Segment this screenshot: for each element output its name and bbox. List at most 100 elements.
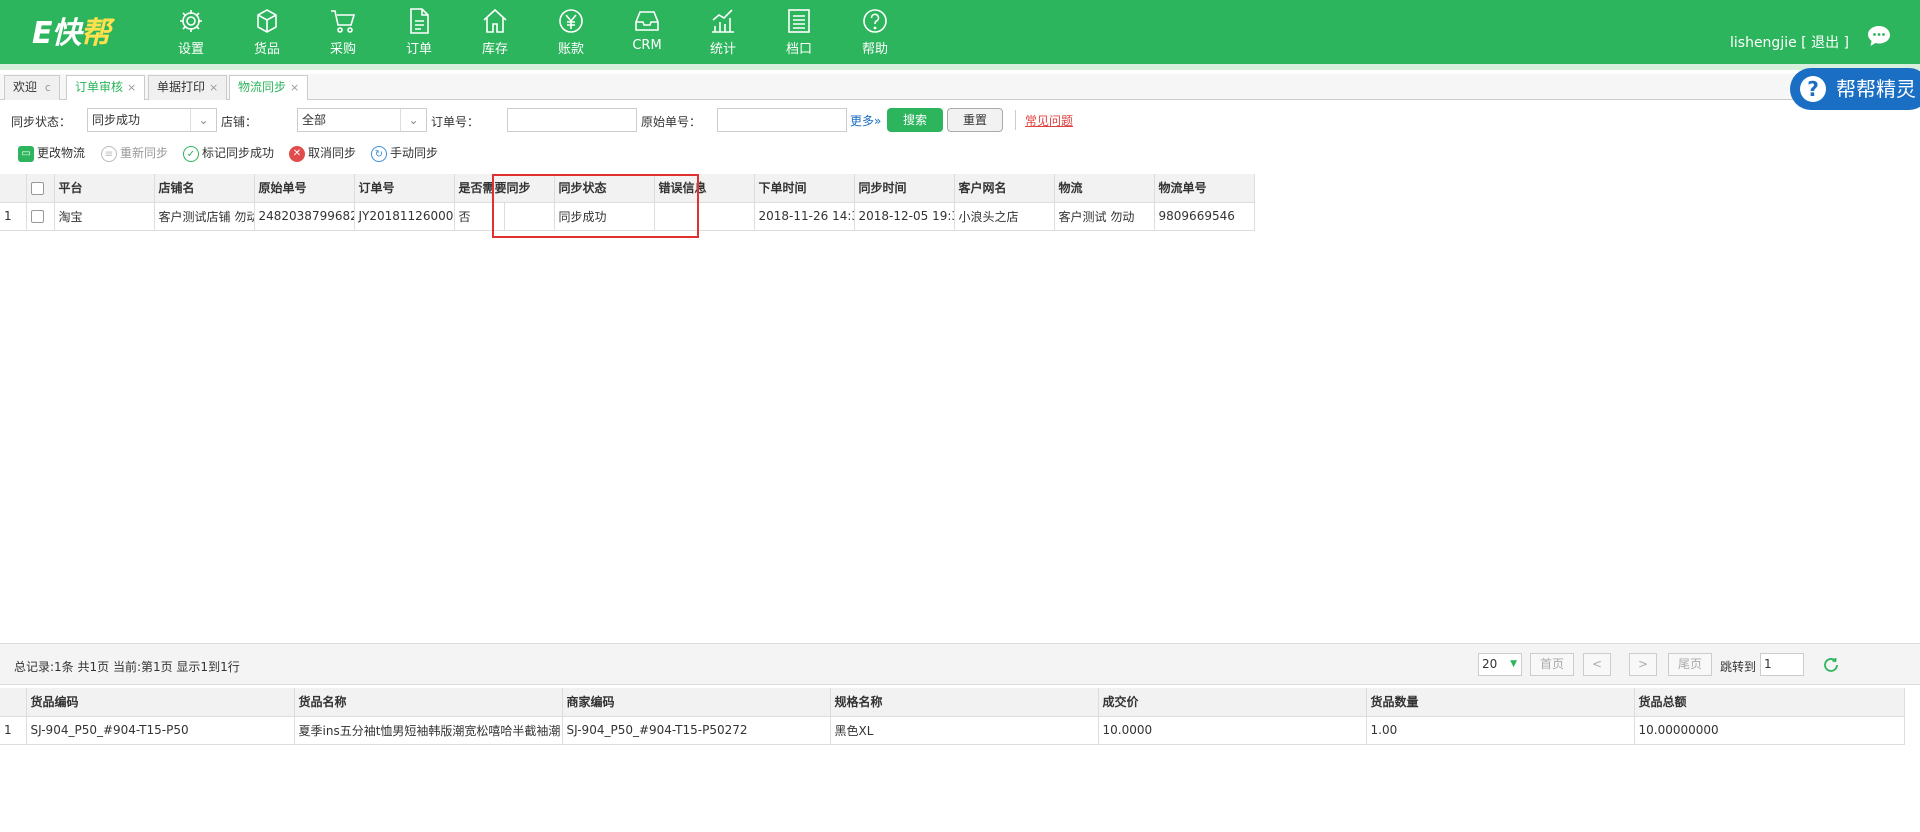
col-header[interactable]: 货品数量 [1366, 688, 1635, 717]
reset-button[interactable]: 重置 [947, 108, 1003, 132]
cell-customer: 小浪头之店 [954, 202, 1055, 231]
tab-print[interactable]: 单据打印 × [148, 75, 228, 100]
nav-label: 设置 [177, 42, 204, 57]
col-header[interactable]: 客户网名 [954, 174, 1055, 203]
nav-accounts[interactable]: 账款 [533, 4, 609, 60]
tab-welcome[interactable]: 欢迎 c [4, 75, 60, 100]
nav-help[interactable]: 帮助 [837, 4, 913, 60]
mark-sync-success-button[interactable]: ✓ 标记同步成功 [183, 144, 274, 162]
nav-label: 采购 [329, 42, 356, 57]
nav-settings[interactable]: 设置 [153, 4, 229, 60]
col-header[interactable]: 店铺名 [154, 174, 255, 203]
tab-order-review[interactable]: 订单审核 × [66, 75, 146, 100]
close-icon[interactable]: × [290, 81, 299, 94]
search-button[interactable]: 搜索 [887, 108, 943, 132]
nav-stall[interactable]: 档口 [761, 4, 837, 60]
refresh-icon[interactable]: c [45, 81, 51, 94]
cell-price: 10.0000 [1098, 716, 1367, 745]
nav-label: 档口 [785, 42, 812, 57]
cell-tracking-no: 9809669546 [1154, 202, 1255, 231]
col-header[interactable]: 物流单号 [1154, 174, 1255, 203]
helper-button[interactable]: ? 帮帮精灵 [1790, 68, 1920, 110]
more-filters-link[interactable]: 更多» [850, 112, 881, 129]
prev-page-button[interactable]: < [1583, 653, 1611, 676]
col-header[interactable]: 同步时间 [854, 174, 955, 203]
inbox-icon [635, 11, 659, 31]
col-header[interactable]: 货品总额 [1634, 688, 1905, 717]
cell-spec-name: 黑色XL [830, 716, 1099, 745]
nav-purchase[interactable]: 采购 [305, 4, 381, 60]
logout-link[interactable]: [ 退出 ] [1801, 35, 1849, 51]
tab-bar: 欢迎 c 订单审核 × 单据打印 × 物流同步 × [0, 74, 1920, 100]
col-header[interactable]: 物流 [1054, 174, 1155, 203]
col-header[interactable]: 成交价 [1098, 688, 1367, 717]
app-logo[interactable]: E快帮 [32, 8, 111, 52]
col-header[interactable]: 原始单号 [254, 174, 355, 203]
page-size-select[interactable]: 20 ▼ [1478, 653, 1522, 676]
cancel-sync-button[interactable]: ✕ 取消同步 [289, 144, 356, 162]
nav-label: 货品 [253, 42, 280, 57]
faq-link[interactable]: 常见问题 [1025, 112, 1073, 129]
close-icon[interactable]: × [209, 81, 218, 94]
chart-icon [712, 9, 734, 33]
nav-crm[interactable]: CRM [609, 4, 685, 60]
chat-icon[interactable] [1866, 24, 1892, 48]
cart-icon [331, 10, 356, 33]
nav-goods[interactable]: 货品 [229, 4, 305, 60]
nav-statistics[interactable]: 统计 [685, 4, 761, 60]
caret-down-icon: ▼ [1510, 659, 1517, 669]
col-header[interactable]: 货品编码 [26, 688, 295, 717]
shop-label: 店铺： [221, 115, 258, 129]
close-icon[interactable]: × [127, 81, 136, 94]
first-page-button[interactable]: 首页 [1530, 653, 1574, 676]
table-row[interactable]: 1 SJ-904_P50_#904-T15-P50 夏季ins五分袖t恤男短袖韩… [0, 716, 1905, 745]
row-checkbox[interactable] [30, 210, 44, 223]
nav-label: 订单 [405, 42, 432, 57]
col-header[interactable]: 商家编码 [562, 688, 831, 717]
pagination-bar: 总记录:1条 共1页 当前:第1页 显示1到1行 20 ▼ 首页 < > 尾页 跳… [0, 643, 1920, 685]
document-icon [410, 8, 429, 34]
col-header[interactable]: 订单号 [354, 174, 455, 203]
cell-order-no: JY201811260001 [354, 202, 455, 231]
col-header[interactable]: 货品名称 [294, 688, 563, 717]
check-icon: ✓ [183, 145, 199, 162]
top-navbar: E快帮 设置 货品 采购 订单 库存 账款 CRM 统计 档口 帮助 lishe… [0, 0, 1920, 64]
nav-inventory[interactable]: 库存 [457, 4, 533, 60]
cell-platform: 淘宝 [54, 202, 155, 231]
truck-icon: ▭ [18, 145, 34, 162]
col-header[interactable]: 规格名称 [830, 688, 1099, 717]
col-header[interactable]: 下单时间 [754, 174, 855, 203]
jump-page-input[interactable]: 1 [1760, 653, 1804, 676]
select-all-checkbox[interactable] [30, 181, 44, 195]
shop-select[interactable]: 全部 ⌄ [297, 108, 427, 132]
gear-icon [180, 10, 202, 32]
orig-no-input[interactable] [717, 108, 847, 132]
nav-label: 帮助 [861, 42, 888, 57]
order-no-input[interactable] [507, 108, 637, 132]
sync-status-select[interactable]: 同步成功 ⌄ [87, 108, 217, 132]
change-logistics-button[interactable]: ▭ 更改物流 [18, 144, 85, 162]
resync-button[interactable]: ≡ 重新同步 [101, 144, 168, 162]
order-no-label: 订单号： [431, 115, 480, 129]
highlight-box [492, 174, 699, 238]
box-icon [257, 9, 277, 33]
select-all-header [26, 174, 55, 203]
cell-goods-code: SJ-904_P50_#904-T15-P50 [26, 716, 295, 745]
tab-logistics-sync[interactable]: 物流同步 × [229, 75, 309, 100]
cell-merchant-code: SJ-904_P50_#904-T15-P50272 [562, 716, 831, 745]
home-icon [483, 8, 507, 33]
manual-sync-button[interactable]: ↻ 手动同步 [371, 144, 438, 162]
nav-label: 库存 [481, 42, 508, 57]
refresh-icon[interactable] [1822, 656, 1840, 674]
nav-order[interactable]: 订单 [381, 4, 457, 60]
cell-order-time: 2018-11-26 14:3 [754, 202, 855, 231]
row-select [26, 202, 55, 231]
next-page-button[interactable]: > [1629, 653, 1657, 676]
cancel-icon: ✕ [289, 145, 305, 162]
jump-label: 跳转到 [1720, 660, 1757, 674]
cell-total: 10.00000000 [1634, 716, 1905, 745]
col-header[interactable]: 平台 [54, 174, 155, 203]
nav-label: 统计 [709, 42, 736, 57]
last-page-button[interactable]: 尾页 [1668, 653, 1712, 676]
cell-shop: 客户测试店铺 勿动 [154, 202, 255, 231]
